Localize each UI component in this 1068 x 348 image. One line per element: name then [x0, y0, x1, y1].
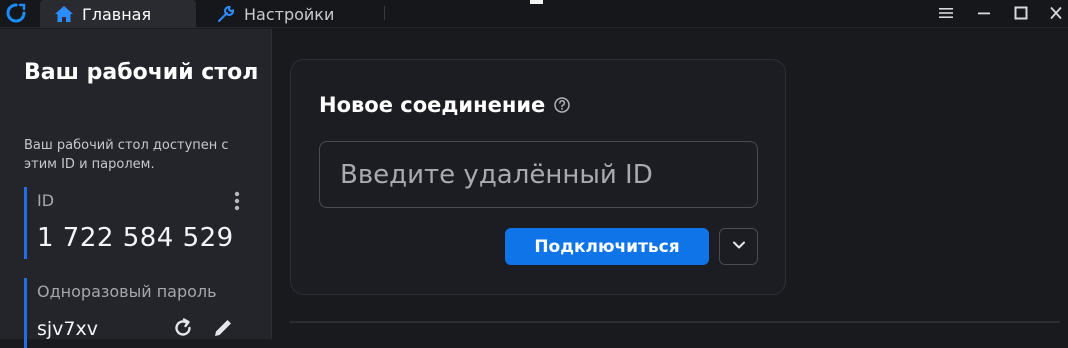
maximize-button[interactable] — [1009, 2, 1033, 24]
main-area: Новое соединение Подключиться — [273, 29, 1068, 339]
section-divider — [290, 321, 1060, 323]
edit-icon[interactable] — [211, 316, 235, 340]
remote-id-input[interactable] — [319, 141, 758, 208]
password-field: Одноразовый пароль sjv7xv — [24, 278, 254, 348]
card-title: Новое соединение — [319, 93, 571, 117]
minimize-button[interactable] — [972, 2, 996, 24]
chevron-down-icon — [732, 241, 745, 249]
tab-home-label: Главная — [82, 4, 152, 24]
refresh-icon[interactable] — [171, 316, 195, 340]
minimize-icon — [978, 12, 990, 15]
tab-home[interactable]: Главная — [40, 0, 196, 28]
home-icon — [55, 6, 73, 22]
wrench-icon — [218, 6, 234, 22]
connect-options-button[interactable] — [719, 228, 758, 265]
menu-icon — [939, 8, 953, 18]
app-logo-icon — [6, 3, 26, 23]
sidebar: Ваш рабочий стол Ваш рабочий стол доступ… — [0, 29, 272, 348]
title-bar: Главная Настройки — [0, 0, 1068, 28]
close-icon — [1050, 6, 1062, 20]
id-value: 1 722 584 529 — [37, 223, 234, 253]
id-label: ID — [37, 191, 55, 210]
tab-settings[interactable]: Настройки — [212, 0, 372, 28]
menu-button[interactable] — [934, 2, 958, 24]
sidebar-description: Ваш рабочий стол доступен с этим ID и па… — [24, 138, 229, 172]
help-icon[interactable] — [553, 96, 571, 114]
connect-button[interactable]: Подключиться — [505, 228, 709, 265]
password-value: sjv7xv — [37, 318, 98, 340]
password-label: Одноразовый пароль — [37, 282, 217, 301]
new-connection-title: Новое соединение — [319, 93, 546, 117]
tab-settings-label: Настройки — [244, 4, 335, 24]
maximize-icon — [1014, 6, 1028, 20]
tab-divider — [384, 6, 385, 20]
new-connection-card: Новое соединение Подключиться — [290, 59, 786, 295]
id-field: ID 1 722 584 529 — [24, 187, 254, 259]
more-options-icon[interactable] — [231, 189, 243, 213]
close-button[interactable] — [1044, 2, 1068, 24]
sidebar-title: Ваш рабочий стол — [24, 60, 259, 85]
drag-handle — [530, 0, 543, 4]
